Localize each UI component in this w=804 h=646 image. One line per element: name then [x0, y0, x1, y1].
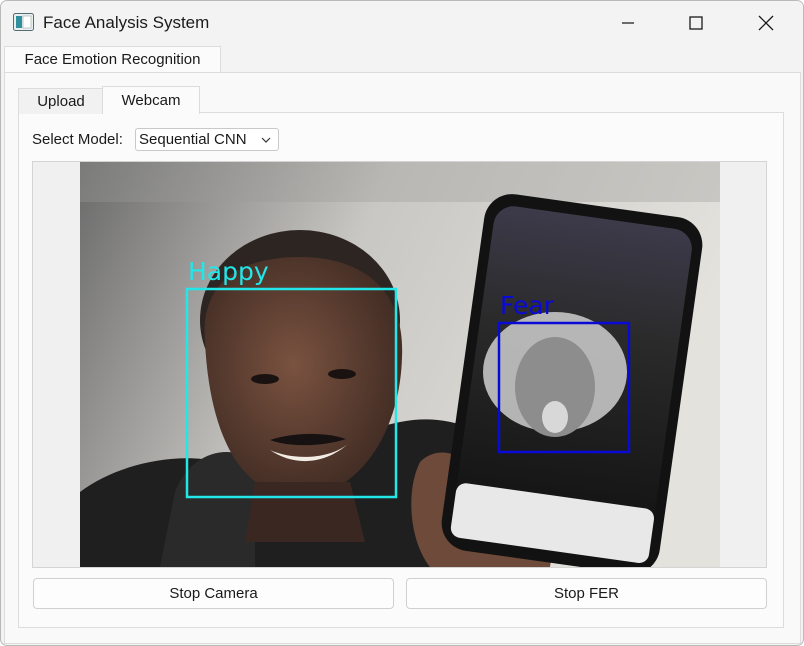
webcam-feed: Happy Fear	[80, 162, 720, 567]
fear-label: Fear	[500, 291, 555, 320]
maximize-button[interactable]	[673, 1, 719, 45]
tab-face-emotion-recognition[interactable]: Face Emotion Recognition	[4, 46, 221, 73]
minimize-button[interactable]	[605, 1, 651, 45]
chevron-down-icon	[261, 137, 271, 143]
right-eye	[328, 369, 356, 379]
title-bar: Face Analysis System	[1, 1, 803, 45]
model-dropdown[interactable]: Sequential CNN	[135, 128, 279, 151]
einstein-tongue	[542, 401, 568, 433]
ceiling-edge	[80, 162, 720, 202]
happy-label: Happy	[188, 257, 269, 286]
neck	[245, 482, 365, 542]
app-icon	[13, 13, 34, 31]
maximize-icon	[689, 16, 703, 30]
model-dropdown-value: Sequential CNN	[139, 131, 247, 148]
minimize-icon	[622, 22, 634, 24]
outer-tab-bar: Face Emotion Recognition	[1, 45, 803, 73]
stop-camera-button[interactable]: Stop Camera	[33, 578, 394, 609]
tab-webcam[interactable]: Webcam	[102, 86, 200, 114]
close-icon	[758, 15, 774, 31]
window-title: Face Analysis System	[43, 13, 210, 32]
left-eye	[251, 374, 279, 384]
close-button[interactable]	[743, 1, 789, 45]
stop-fer-button[interactable]: Stop FER	[406, 578, 767, 609]
tab-upload[interactable]: Upload	[18, 88, 104, 114]
select-model-label: Select Model:	[32, 131, 123, 148]
